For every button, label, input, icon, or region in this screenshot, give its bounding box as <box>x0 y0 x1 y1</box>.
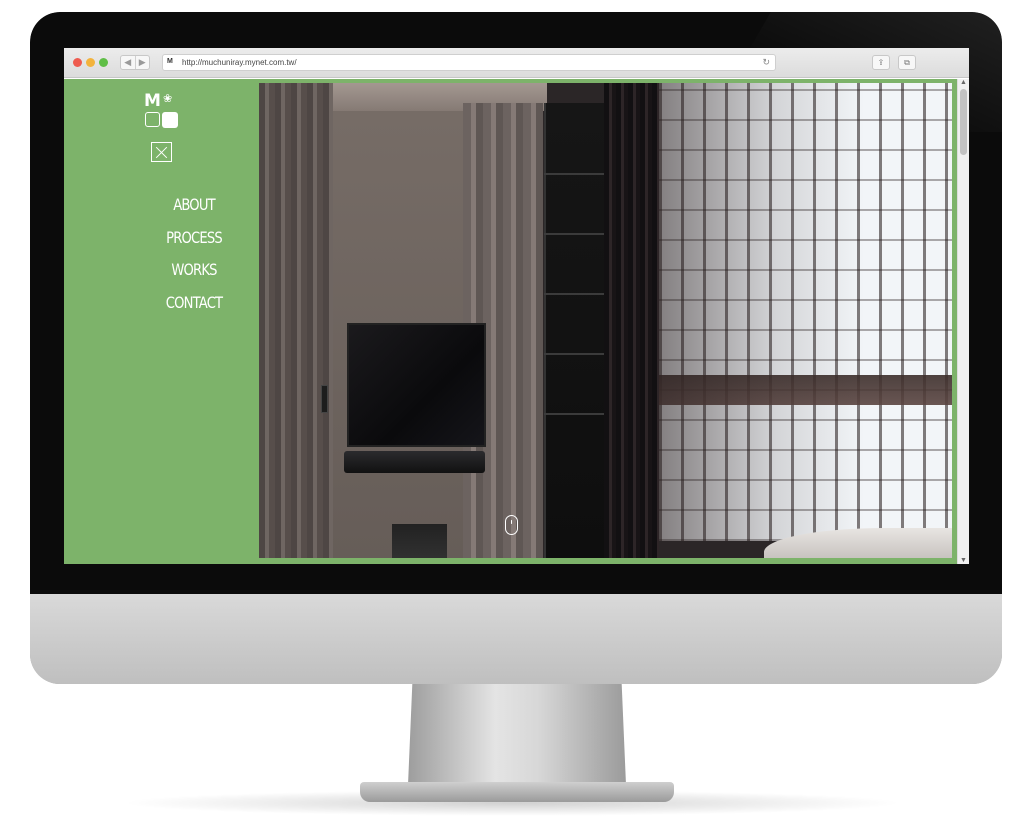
photo-wall <box>333 83 463 558</box>
page-scrollbar[interactable]: ▲ ▼ <box>957 79 969 564</box>
reload-icon[interactable]: ↻ <box>762 57 770 68</box>
menu-item-process[interactable]: PROCESS <box>153 223 235 256</box>
logo-filled-square <box>162 112 178 128</box>
photo-shelf <box>544 233 604 235</box>
back-icon[interactable]: ◀ <box>121 56 135 69</box>
share-icon[interactable]: ⇪ <box>872 55 890 70</box>
scroll-down-indicator-icon[interactable] <box>505 515 518 535</box>
photo-shelf <box>544 173 604 175</box>
logo-letter: M <box>144 91 161 111</box>
photo-cabinet <box>544 103 604 558</box>
photo-box <box>392 524 447 558</box>
monitor-chin <box>30 594 1002 684</box>
browser-window: ◀ ▶ M http://muchuniray.mynet.com.tw/ ↻ … <box>64 48 969 564</box>
browser-toolbar: ◀ ▶ M http://muchuniray.mynet.com.tw/ ↻ … <box>64 48 969 78</box>
tabs-overview-icon[interactable]: ⧉ <box>898 55 916 70</box>
plant-icon: ❀ <box>163 93 173 105</box>
photo-left-curtain <box>259 83 333 558</box>
hero-photo <box>259 83 952 558</box>
logo-outline-square <box>145 112 160 127</box>
photo-light-switch <box>321 385 328 413</box>
favicon-icon: M <box>167 58 173 65</box>
photo-shelf <box>544 413 604 415</box>
url-text[interactable]: http://muchuniray.mynet.com.tw/ <box>182 58 297 67</box>
photo-television <box>347 323 486 447</box>
site-logo[interactable]: M ❀ <box>143 93 181 129</box>
menu-item-about[interactable]: ABOUT <box>153 190 235 223</box>
monitor-stand-neck <box>408 683 626 785</box>
main-menu: ABOUT PROCESS WORKS CONTACT <box>144 190 244 320</box>
scroll-down-icon[interactable]: ▼ <box>960 557 967 564</box>
monitor-mockup: + ◀ ▶ M http://muchuniray.mynet.com.tw/ … <box>0 0 1024 827</box>
scroll-thumb[interactable] <box>960 89 967 155</box>
website-page: M ❀ ABOUT PROCESS WORKS CONTACT <box>64 79 957 564</box>
maximize-window-button[interactable] <box>99 58 108 67</box>
monitor-stand-base <box>360 782 674 802</box>
photo-shelf <box>544 293 604 295</box>
forward-icon[interactable]: ▶ <box>134 56 150 69</box>
close-window-button[interactable] <box>73 58 82 67</box>
photo-shelf <box>544 353 604 355</box>
menu-item-works[interactable]: WORKS <box>153 255 235 288</box>
close-menu-icon[interactable] <box>151 142 172 162</box>
minimize-window-button[interactable] <box>86 58 95 67</box>
menu-item-contact[interactable]: CONTACT <box>153 288 235 321</box>
address-bar[interactable]: M http://muchuniray.mynet.com.tw/ ↻ <box>162 54 776 71</box>
scroll-up-icon[interactable]: ▲ <box>960 79 967 86</box>
history-nav: ◀ ▶ <box>120 55 150 70</box>
photo-soundbar <box>344 451 485 473</box>
photo-dark-drape <box>604 83 659 558</box>
photo-window-haze <box>659 83 952 541</box>
photo-window <box>659 83 952 541</box>
